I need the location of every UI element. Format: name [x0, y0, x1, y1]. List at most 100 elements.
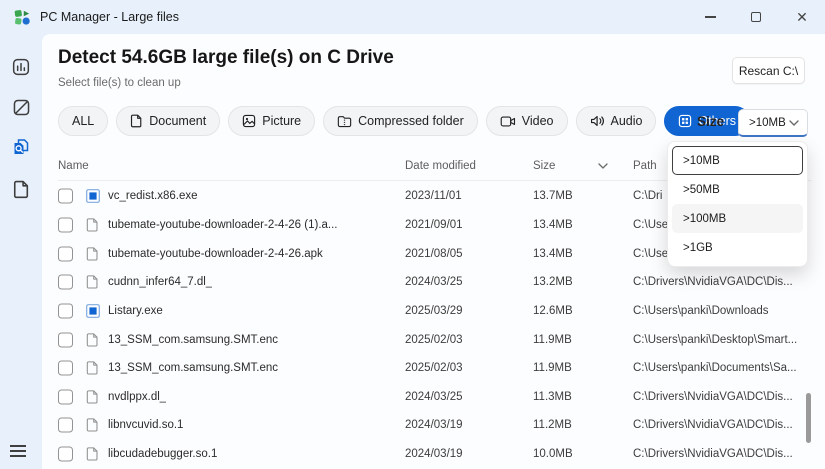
file-date: 2024/03/25: [405, 276, 463, 288]
filter-chip-row: ALL Document Picture Compressed folder: [58, 106, 750, 136]
file-icon: [13, 180, 30, 199]
file-icon: [86, 418, 99, 433]
main-panel: Detect 54.6GB large file(s) on C Drive S…: [42, 34, 825, 469]
file-icon: [86, 332, 99, 347]
table-row[interactable]: 13_SSM_com.samsung.SMT.enc 2025/02/03 11…: [42, 354, 825, 383]
file-size: 10.0MB: [533, 448, 573, 460]
filter-chip-video[interactable]: Video: [486, 106, 568, 136]
page-title: Detect 54.6GB large file(s) on C Drive: [58, 47, 394, 69]
chip-label: Picture: [262, 114, 301, 128]
minimize-icon: [705, 16, 716, 17]
file-path: C:\Use: [633, 219, 668, 231]
file-icon: [86, 246, 99, 261]
exe-file-icon: [86, 189, 100, 203]
file-path: C:\Drivers\NvidiaVGA\DC\Dis...: [633, 419, 793, 431]
compressed-folder-icon: [337, 115, 352, 128]
row-checkbox[interactable]: [58, 332, 73, 347]
file-date: 2025/02/03: [405, 362, 463, 374]
file-icon: [86, 389, 99, 404]
file-name: 13_SSM_com.samsung.SMT.enc: [108, 362, 278, 374]
file-date: 2021/09/01: [405, 219, 463, 231]
window-title: PC Manager - Large files: [40, 10, 179, 24]
filter-chip-document[interactable]: Document: [116, 106, 220, 136]
row-checkbox[interactable]: [58, 361, 73, 376]
size-option-50mb[interactable]: >50MB: [672, 175, 803, 204]
file-path: C:\Users\panki\Documents\Sa...: [633, 362, 797, 374]
audio-icon: [590, 114, 605, 128]
file-path: C:\Users\panki\Desktop\Smart...: [633, 334, 797, 346]
page-diagonal-icon: [12, 98, 31, 117]
sidebar-item-files[interactable]: [0, 176, 42, 202]
exe-file-icon: [86, 304, 100, 318]
rescan-button[interactable]: Rescan C:\: [732, 57, 805, 84]
sort-chevron-down-icon[interactable]: [598, 160, 608, 172]
menu-button[interactable]: [8, 441, 34, 461]
sidebar-item-home[interactable]: [0, 54, 42, 80]
row-checkbox[interactable]: [58, 447, 73, 462]
chip-label: Audio: [611, 114, 643, 128]
filter-chip-all[interactable]: ALL: [58, 106, 108, 136]
file-size: 11.3MB: [533, 391, 572, 403]
table-row[interactable]: 13_SSM_com.samsung.SMT.enc 2025/02/03 11…: [42, 325, 825, 354]
table-row[interactable]: libcudadebugger.so.1 2024/03/19 10.0MB C…: [42, 440, 825, 469]
size-option-10mb[interactable]: >10MB: [672, 146, 803, 175]
table-row[interactable]: libnvcuvid.so.1 2024/03/19 11.2MB C:\Dri…: [42, 411, 825, 440]
file-size: 11.9MB: [533, 334, 572, 346]
file-size: 12.6MB: [533, 305, 573, 317]
chip-label: Compressed folder: [358, 114, 464, 128]
sidebar: [0, 34, 42, 469]
size-filter-label: Size: [697, 114, 724, 129]
large-files-search-icon: [11, 137, 31, 157]
file-size: 13.4MB: [533, 248, 573, 260]
file-name: tubemate-youtube-downloader-2-4-26 (1).a…: [108, 219, 338, 231]
size-option-100mb[interactable]: >100MB: [672, 204, 803, 233]
file-date: 2023/11/01: [405, 190, 462, 202]
close-button[interactable]: ✕: [779, 0, 825, 34]
sidebar-item-large-files[interactable]: [0, 134, 42, 160]
column-header-size[interactable]: Size: [533, 160, 555, 172]
row-checkbox[interactable]: [58, 246, 73, 261]
row-checkbox[interactable]: [58, 275, 73, 290]
column-header-name[interactable]: Name: [58, 160, 89, 172]
file-size: 13.4MB: [533, 219, 573, 231]
table-row[interactable]: cudnn_infer64_7.dl_ 2024/03/25 13.2MB C:…: [42, 268, 825, 297]
row-checkbox[interactable]: [58, 303, 73, 318]
maximize-icon: [751, 12, 761, 22]
file-date: 2024/03/19: [405, 419, 463, 431]
file-size: 11.2MB: [533, 419, 572, 431]
picture-icon: [242, 114, 256, 128]
file-path: C:\Drivers\NvidiaVGA\DC\Dis...: [633, 448, 793, 460]
column-header-date[interactable]: Date modified: [405, 160, 476, 172]
minimize-button[interactable]: [687, 0, 733, 34]
row-checkbox[interactable]: [58, 189, 73, 204]
file-size: 13.7MB: [533, 190, 573, 202]
close-icon: ✕: [796, 10, 808, 24]
file-name: libnvcuvid.so.1: [108, 419, 183, 431]
titlebar: PC Manager - Large files ✕: [0, 0, 825, 34]
file-date: 2021/08/05: [405, 248, 463, 260]
file-date: 2025/02/03: [405, 334, 463, 346]
vertical-scrollbar[interactable]: [806, 393, 811, 443]
file-date: 2025/03/29: [405, 305, 463, 317]
maximize-button[interactable]: [733, 0, 779, 34]
filter-chip-picture[interactable]: Picture: [228, 106, 315, 136]
row-checkbox[interactable]: [58, 418, 73, 433]
size-option-1gb[interactable]: >1GB: [672, 233, 803, 262]
row-checkbox[interactable]: [58, 217, 73, 232]
filter-chip-audio[interactable]: Audio: [576, 106, 657, 136]
file-name: tubemate-youtube-downloader-2-4-26.apk: [108, 248, 323, 260]
chip-label: ALL: [72, 114, 94, 128]
file-path: C:\Drivers\NvidiaVGA\DC\Dis...: [633, 391, 793, 403]
menu-icon: [8, 445, 34, 447]
table-row[interactable]: Listary.exe 2025/03/29 12.6MB C:\Users\p…: [42, 297, 825, 326]
row-checkbox[interactable]: [58, 389, 73, 404]
file-date: 2024/03/25: [405, 391, 463, 403]
column-header-path[interactable]: Path: [633, 160, 657, 172]
chip-label: Video: [522, 114, 554, 128]
sidebar-item-protection[interactable]: [0, 94, 42, 120]
table-row[interactable]: nvdlppx.dl_ 2024/03/25 11.3MB C:\Drivers…: [42, 382, 825, 411]
file-name: libcudadebugger.so.1: [108, 448, 217, 460]
filter-chip-compressed-folder[interactable]: Compressed folder: [323, 106, 478, 136]
video-icon: [500, 115, 516, 128]
size-filter-dropdown[interactable]: >10MB: [738, 109, 808, 137]
